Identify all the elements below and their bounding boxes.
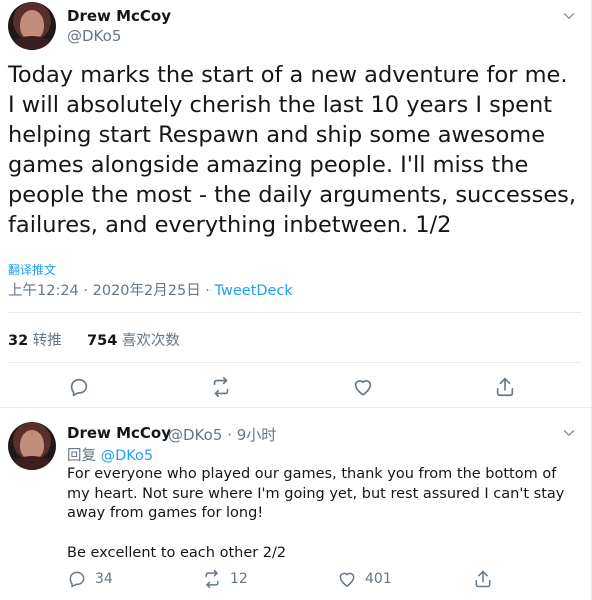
reply-icon[interactable] (67, 569, 87, 589)
tweet-meta: 上午12:24 · 2020年2月25日 · TweetDeck (8, 279, 293, 300)
meta-separator: · (200, 283, 215, 299)
share-icon[interactable] (494, 376, 516, 398)
time-separator: · (227, 426, 232, 444)
reply-action[interactable]: 34 (67, 569, 113, 589)
share-action[interactable] (473, 569, 493, 589)
reply-count: 34 (95, 571, 113, 587)
retweets-stat[interactable]: 32 转推 (8, 333, 62, 349)
reply-avatar[interactable] (8, 422, 56, 470)
tweet-text: Today marks the start of a new adventure… (8, 62, 577, 238)
reply-author-name[interactable]: Drew McCoy (67, 424, 171, 442)
author-name[interactable]: Drew McCoy (67, 7, 171, 25)
translate-link[interactable]: 翻译推文 (8, 261, 56, 278)
chevron-down-icon[interactable] (560, 7, 578, 25)
share-icon[interactable] (473, 569, 493, 589)
reply-text: For everyone who played our games, thank… (67, 465, 567, 563)
reply-to-line: 回复 @DKo5 (67, 444, 153, 465)
avatar[interactable] (8, 2, 56, 50)
reply-author-handle[interactable]: @DKo5 (168, 426, 222, 444)
retweet-icon[interactable] (210, 376, 232, 398)
tweet-separator (0, 407, 592, 408)
source-link[interactable]: TweetDeck (215, 283, 293, 299)
timestamp[interactable]: 上午12:24 · 2020年2月25日 (8, 283, 201, 299)
divider (8, 362, 582, 363)
chevron-down-icon[interactable] (560, 424, 578, 442)
divider (8, 312, 582, 313)
retweet-count: 12 (230, 571, 248, 587)
retweet-action[interactable]: 12 (202, 569, 248, 589)
likes-stat[interactable]: 754 喜欢次数 (87, 333, 180, 349)
heart-icon[interactable] (337, 569, 357, 589)
reply-paragraph: For everyone who played our games, thank… (67, 466, 565, 521)
reply-paragraph: Be excellent to each other 2/2 (67, 544, 287, 561)
like-count: 401 (365, 571, 392, 587)
retweet-icon[interactable] (202, 569, 222, 589)
tweet-stats: 32 转推 754 喜欢次数 (8, 329, 180, 350)
heart-icon[interactable] (352, 376, 374, 398)
reply-prefix: 回复 (67, 448, 96, 464)
main-tweet: Drew McCoy @DKo5 Today marks the start o… (0, 0, 591, 408)
reply-time[interactable]: 9小时 (237, 426, 277, 444)
like-action[interactable]: 401 (337, 569, 392, 589)
author-handle[interactable]: @DKo5 (67, 27, 121, 45)
reply-mention[interactable]: @DKo5 (101, 448, 154, 464)
reply-icon[interactable] (68, 376, 90, 398)
reply-header: @DKo5 · 9小时 (168, 424, 276, 445)
